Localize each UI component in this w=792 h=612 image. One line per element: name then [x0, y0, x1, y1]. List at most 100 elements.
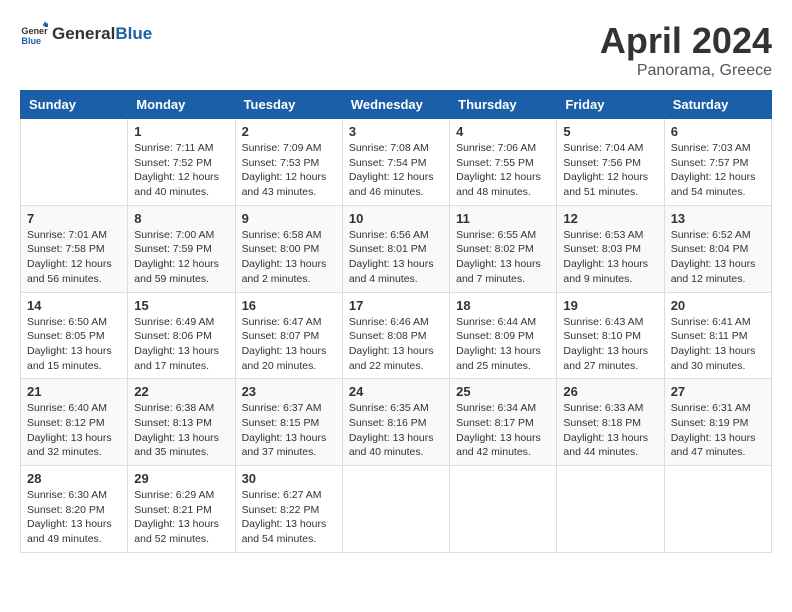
- sunset-text: Sunset: 8:22 PM: [242, 503, 336, 518]
- calendar-cell: 4Sunrise: 7:06 AMSunset: 7:55 PMDaylight…: [450, 119, 557, 206]
- day-info: Sunrise: 6:34 AMSunset: 8:17 PMDaylight:…: [456, 401, 550, 460]
- day-number: 2: [242, 124, 336, 139]
- day-number: 20: [671, 298, 765, 313]
- daylight-text-cont: and 52 minutes.: [134, 532, 228, 547]
- logo-icon: General Blue: [20, 20, 48, 48]
- daylight-text-cont: and 25 minutes.: [456, 359, 550, 374]
- calendar-cell: 28Sunrise: 6:30 AMSunset: 8:20 PMDayligh…: [21, 466, 128, 553]
- location-title: Panorama, Greece: [600, 62, 772, 80]
- sunset-text: Sunset: 7:59 PM: [134, 242, 228, 257]
- header: General Blue General Blue April 2024 Pan…: [20, 20, 772, 80]
- sunset-text: Sunset: 8:17 PM: [456, 416, 550, 431]
- calendar-cell: [557, 466, 664, 553]
- sunset-text: Sunset: 8:13 PM: [134, 416, 228, 431]
- daylight-text: Daylight: 12 hours: [349, 170, 443, 185]
- day-info: Sunrise: 6:29 AMSunset: 8:21 PMDaylight:…: [134, 488, 228, 547]
- sunrise-text: Sunrise: 7:08 AM: [349, 141, 443, 156]
- calendar-cell: 25 Sunrise: 6:34 AMSunset: 8:17 PMDayligh…: [450, 379, 557, 466]
- sunrise-text: Sunrise: 6:31 AM: [671, 401, 765, 416]
- sunset-text: Sunset: 8:10 PM: [563, 329, 657, 344]
- sunset-text: Sunset: 8:12 PM: [27, 416, 121, 431]
- day-info: Sunrise: 7:01 AMSunset: 7:58 PMDaylight:…: [27, 228, 121, 287]
- daylight-text: Daylight: 13 hours: [456, 344, 550, 359]
- calendar-cell: 8Sunrise: 7:00 AMSunset: 7:59 PMDaylight…: [128, 205, 235, 292]
- day-info: Sunrise: 7:06 AMSunset: 7:55 PMDaylight:…: [456, 141, 550, 200]
- calendar: SundayMondayTuesdayWednesdayThursdayFrid…: [20, 90, 772, 553]
- day-info: Sunrise: 6:58 AMSunset: 8:00 PMDaylight:…: [242, 228, 336, 287]
- sunset-text: Sunset: 8:21 PM: [134, 503, 228, 518]
- daylight-text-cont: and 54 minutes.: [242, 532, 336, 547]
- sunrise-text: Sunrise: 6:49 AM: [134, 315, 228, 330]
- day-number: 21: [27, 384, 121, 399]
- calendar-cell: 18Sunrise: 6:44 AMSunset: 8:09 PMDayligh…: [450, 292, 557, 379]
- day-info: Sunrise: 7:09 AMSunset: 7:53 PMDaylight:…: [242, 141, 336, 200]
- daylight-text: Daylight: 12 hours: [27, 257, 121, 272]
- sunrise-text: Sunrise: 7:09 AM: [242, 141, 336, 156]
- daylight-text-cont: and 32 minutes.: [27, 445, 121, 460]
- calendar-cell: 22Sunrise: 6:38 AMSunset: 8:13 PMDayligh…: [128, 379, 235, 466]
- sunset-text: Sunset: 8:00 PM: [242, 242, 336, 257]
- calendar-cell: [450, 466, 557, 553]
- title-area: April 2024 Panorama, Greece: [600, 20, 772, 80]
- daylight-text-cont: and 46 minutes.: [349, 185, 443, 200]
- day-number: 25: [456, 384, 550, 399]
- sunrise-text: Sunrise: 6:29 AM: [134, 488, 228, 503]
- day-info: Sunrise: 6:40 AMSunset: 8:12 PMDaylight:…: [27, 401, 121, 460]
- day-info: Sunrise: 6:35 AMSunset: 8:16 PMDaylight:…: [349, 401, 443, 460]
- daylight-text: Daylight: 13 hours: [242, 517, 336, 532]
- day-number: 17: [349, 298, 443, 313]
- day-info: Sunrise: 6:52 AMSunset: 8:04 PMDaylight:…: [671, 228, 765, 287]
- daylight-text: Daylight: 13 hours: [134, 431, 228, 446]
- sunrise-text: Sunrise: 6:33 AM: [563, 401, 657, 416]
- sunset-text: Sunset: 8:06 PM: [134, 329, 228, 344]
- daylight-text-cont: and 17 minutes.: [134, 359, 228, 374]
- sunset-text: Sunset: 8:04 PM: [671, 242, 765, 257]
- daylight-text-cont: and 51 minutes.: [563, 185, 657, 200]
- calendar-cell: 15Sunrise: 6:49 AMSunset: 8:06 PMDayligh…: [128, 292, 235, 379]
- sunset-text: Sunset: 8:15 PM: [242, 416, 336, 431]
- weekday-header-wednesday: Wednesday: [342, 91, 449, 119]
- calendar-cell: 13 Sunrise: 6:52 AMSunset: 8:04 PMDayligh…: [664, 205, 771, 292]
- calendar-cell: 9Sunrise: 6:58 AMSunset: 8:00 PMDaylight…: [235, 205, 342, 292]
- day-info: Sunrise: 7:00 AMSunset: 7:59 PMDaylight:…: [134, 228, 228, 287]
- day-info: Sunrise: 6:31 AMSunset: 8:19 PMDaylight:…: [671, 401, 765, 460]
- day-number: 26: [563, 384, 657, 399]
- calendar-cell: 20Sunrise: 6:41 AMSunset: 8:11 PMDayligh…: [664, 292, 771, 379]
- day-info: Sunrise: 6:37 AMSunset: 8:15 PMDaylight:…: [242, 401, 336, 460]
- daylight-text-cont: and 59 minutes.: [134, 272, 228, 287]
- day-number: 11: [456, 211, 550, 226]
- calendar-cell: 16Sunrise: 6:47 AMSunset: 8:07 PMDayligh…: [235, 292, 342, 379]
- daylight-text: Daylight: 13 hours: [563, 431, 657, 446]
- daylight-text-cont: and 15 minutes.: [27, 359, 121, 374]
- daylight-text-cont: and 54 minutes.: [671, 185, 765, 200]
- daylight-text: Daylight: 13 hours: [134, 344, 228, 359]
- daylight-text: Daylight: 13 hours: [349, 257, 443, 272]
- daylight-text: Daylight: 13 hours: [27, 431, 121, 446]
- sunrise-text: Sunrise: 6:40 AM: [27, 401, 121, 416]
- sunset-text: Sunset: 7:52 PM: [134, 156, 228, 171]
- calendar-cell: 3Sunrise: 7:08 AMSunset: 7:54 PMDaylight…: [342, 119, 449, 206]
- daylight-text-cont: and 30 minutes.: [671, 359, 765, 374]
- calendar-cell: 12Sunrise: 6:53 AMSunset: 8:03 PMDayligh…: [557, 205, 664, 292]
- sunrise-text: Sunrise: 6:55 AM: [456, 228, 550, 243]
- svg-text:Blue: Blue: [21, 36, 41, 46]
- sunset-text: Sunset: 8:20 PM: [27, 503, 121, 518]
- calendar-cell: 21 Sunrise: 6:40 AMSunset: 8:12 PMDayligh…: [21, 379, 128, 466]
- day-number: 13: [671, 211, 765, 226]
- daylight-text: Daylight: 13 hours: [456, 257, 550, 272]
- daylight-text-cont: and 27 minutes.: [563, 359, 657, 374]
- weekday-header-tuesday: Tuesday: [235, 91, 342, 119]
- day-number: 22: [134, 384, 228, 399]
- sunrise-text: Sunrise: 7:04 AM: [563, 141, 657, 156]
- daylight-text-cont: and 2 minutes.: [242, 272, 336, 287]
- day-info: Sunrise: 6:56 AMSunset: 8:01 PMDaylight:…: [349, 228, 443, 287]
- sunrise-text: Sunrise: 6:37 AM: [242, 401, 336, 416]
- sunrise-text: Sunrise: 6:47 AM: [242, 315, 336, 330]
- sunset-text: Sunset: 8:05 PM: [27, 329, 121, 344]
- calendar-cell: 19Sunrise: 6:43 AMSunset: 8:10 PMDayligh…: [557, 292, 664, 379]
- weekday-header-monday: Monday: [128, 91, 235, 119]
- daylight-text-cont: and 42 minutes.: [456, 445, 550, 460]
- day-number: 6: [671, 124, 765, 139]
- daylight-text-cont: and 22 minutes.: [349, 359, 443, 374]
- sunset-text: Sunset: 8:11 PM: [671, 329, 765, 344]
